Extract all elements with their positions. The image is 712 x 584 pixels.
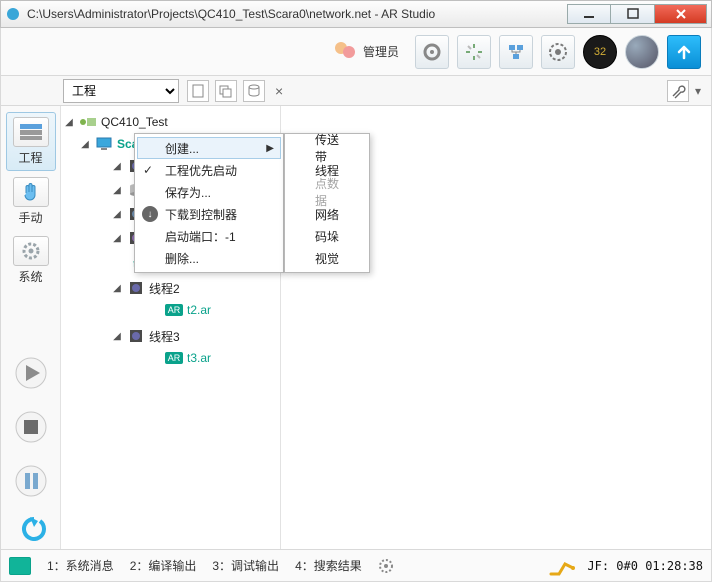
- expand-icon[interactable]: ◢: [63, 116, 75, 128]
- expand-icon[interactable]: ◢: [111, 330, 123, 342]
- minimize-button[interactable]: [567, 4, 611, 24]
- stop-button[interactable]: [11, 407, 51, 447]
- status-tab-2[interactable]: 2：编译输出: [130, 557, 197, 574]
- context-submenu: 传送带 线程 点数据 网络 码垛 视觉: [284, 133, 370, 273]
- expand-icon[interactable]: ◢: [111, 232, 123, 244]
- tree-file[interactable]: t3.ar: [187, 351, 211, 365]
- view-combo[interactable]: 工程: [63, 79, 179, 103]
- spinner-icon: [464, 42, 484, 62]
- project-node-icon: [79, 114, 97, 130]
- gear-icon: [422, 42, 442, 62]
- sub-btn-1[interactable]: [187, 80, 209, 102]
- db-icon: [247, 84, 261, 98]
- top-toolbar: 管理员 32: [0, 28, 712, 76]
- cube-icon: [127, 280, 145, 296]
- sidebar-item-system[interactable]: 系统: [6, 232, 56, 289]
- context-menu: 创建...▶ ✓工程优先启动 保存为... ↓下载到控制器 启动端口：-1 删除…: [134, 133, 284, 273]
- submenu-pallet[interactable]: 码垛: [287, 225, 367, 247]
- admin-label: 管理员: [363, 43, 399, 60]
- status-jf: JF: 0#0 01:28:38: [587, 559, 703, 573]
- submenu-conveyor[interactable]: 传送带: [287, 137, 367, 159]
- stack-icon: [219, 84, 233, 98]
- pause-button[interactable]: [11, 461, 51, 501]
- menu-save-as[interactable]: 保存为...: [137, 181, 281, 203]
- submenu-vision[interactable]: 视觉: [287, 247, 367, 269]
- tree-thread3[interactable]: 线程3: [149, 328, 180, 345]
- submenu-network[interactable]: 网络: [287, 203, 367, 225]
- tree-thread2[interactable]: 线程2: [149, 280, 180, 297]
- menu-priority-boot[interactable]: ✓工程优先启动: [137, 159, 281, 181]
- back-button[interactable]: [11, 515, 51, 543]
- hand-icon: [13, 177, 49, 207]
- tree-file[interactable]: t2.ar: [187, 303, 211, 317]
- status-bar: 1：系统消息 2：编译输出 3：调试输出 4：搜索结果 JF: 0#0 01:2…: [0, 550, 712, 582]
- window-buttons: [567, 4, 707, 24]
- config-gear-button[interactable]: [541, 35, 575, 69]
- submenu-pointdata: 点数据: [287, 181, 367, 203]
- wrench-icon: [670, 83, 686, 99]
- sidebar-label: 系统: [18, 268, 42, 285]
- maximize-button[interactable]: [611, 4, 655, 24]
- menu-download[interactable]: ↓下载到控制器: [137, 203, 281, 225]
- network-button[interactable]: [499, 35, 533, 69]
- status-tab-3[interactable]: 3：调试输出: [212, 557, 279, 574]
- sidebar-item-manual[interactable]: 手动: [6, 173, 56, 230]
- sidebar-label: 工程: [18, 149, 42, 166]
- submenu-arrow-icon: ▶: [266, 143, 274, 154]
- loading-button[interactable]: [457, 35, 491, 69]
- sub-toolbar: 工程 × ▾: [0, 76, 712, 106]
- network-icon: [506, 42, 526, 62]
- app-icon: [5, 6, 21, 22]
- menu-port[interactable]: 启动端口：-1: [137, 225, 281, 247]
- play-button[interactable]: [11, 353, 51, 393]
- cube-icon: [127, 328, 145, 344]
- gear-large-icon: [548, 42, 568, 62]
- sub-btn-3[interactable]: [243, 80, 265, 102]
- upload-arrow-icon: [675, 43, 693, 61]
- counter-value: 32: [594, 46, 606, 58]
- status-tab-4[interactable]: 4：搜索结果: [295, 557, 362, 574]
- ar-file-icon: AR: [165, 302, 183, 318]
- admin-indicator[interactable]: 管理员: [331, 38, 399, 66]
- users-icon: [331, 38, 359, 66]
- sidebar-item-project[interactable]: 工程: [6, 112, 56, 171]
- left-sidebar: 工程 手动 系统: [1, 106, 61, 549]
- sidebar-label: 手动: [18, 209, 42, 226]
- robot-arm-icon: [549, 556, 577, 576]
- window-title: C:\Users\Administrator\Projects\QC410_Te…: [27, 7, 567, 21]
- sub-btn-2[interactable]: [215, 80, 237, 102]
- project-icon: [13, 117, 49, 147]
- expand-icon[interactable]: ◢: [111, 160, 123, 172]
- tree-root[interactable]: QC410_Test: [101, 115, 168, 129]
- expand-icon[interactable]: ◢: [79, 138, 91, 150]
- expand-icon[interactable]: ◢: [111, 184, 123, 196]
- menu-create[interactable]: 创建...▶: [137, 137, 281, 159]
- monitor-icon: [95, 136, 113, 152]
- upload-button[interactable]: [667, 35, 701, 69]
- menu-delete[interactable]: 删除...: [137, 247, 281, 269]
- orb-button[interactable]: [625, 35, 659, 69]
- expand-icon[interactable]: ◢: [111, 282, 123, 294]
- sub-close-button[interactable]: ×: [275, 83, 283, 99]
- titlebar: C:\Users\Administrator\Projects\QC410_Te…: [0, 0, 712, 28]
- download-icon: ↓: [142, 206, 158, 222]
- gear-icon: [13, 236, 49, 266]
- status-gear-icon[interactable]: [378, 558, 394, 574]
- status-tab-1[interactable]: 1：系统消息: [47, 557, 114, 574]
- dropdown-arrow-icon[interactable]: ▾: [695, 84, 701, 98]
- doc-icon: [191, 84, 205, 98]
- settings-gear-button[interactable]: [415, 35, 449, 69]
- ar-file-icon: AR: [165, 350, 183, 366]
- view-select[interactable]: 工程: [63, 79, 179, 103]
- close-button[interactable]: [655, 4, 707, 24]
- expand-icon[interactable]: ◢: [111, 208, 123, 220]
- monitor-icon[interactable]: [9, 557, 31, 575]
- counter-button[interactable]: 32: [583, 35, 617, 69]
- tools-button[interactable]: [667, 80, 689, 102]
- check-icon: ✓: [143, 163, 153, 177]
